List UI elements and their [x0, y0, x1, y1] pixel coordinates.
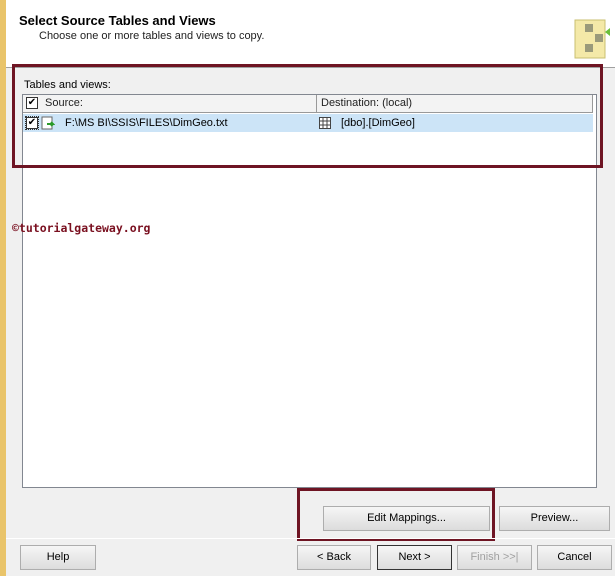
wizard-header: Select Source Tables and Views Choose on…	[6, 0, 615, 68]
highlight-box	[297, 488, 495, 541]
page-subtitle: Choose one or more tables and views to c…	[39, 30, 265, 42]
watermark: ©tutorialgateway.org	[12, 221, 151, 235]
cancel-button[interactable]: Cancel	[537, 545, 612, 570]
preview-button[interactable]: Preview...	[499, 506, 610, 531]
back-button[interactable]: < Back	[297, 545, 371, 570]
page-title: Select Source Tables and Views	[19, 13, 216, 28]
divider	[6, 538, 615, 539]
highlight-box	[12, 64, 603, 168]
wizard-icon	[574, 19, 610, 59]
finish-button[interactable]: Finish >>|	[457, 545, 532, 570]
help-button[interactable]: Help	[20, 545, 96, 570]
window-border	[0, 0, 6, 576]
next-button[interactable]: Next >	[377, 545, 452, 570]
